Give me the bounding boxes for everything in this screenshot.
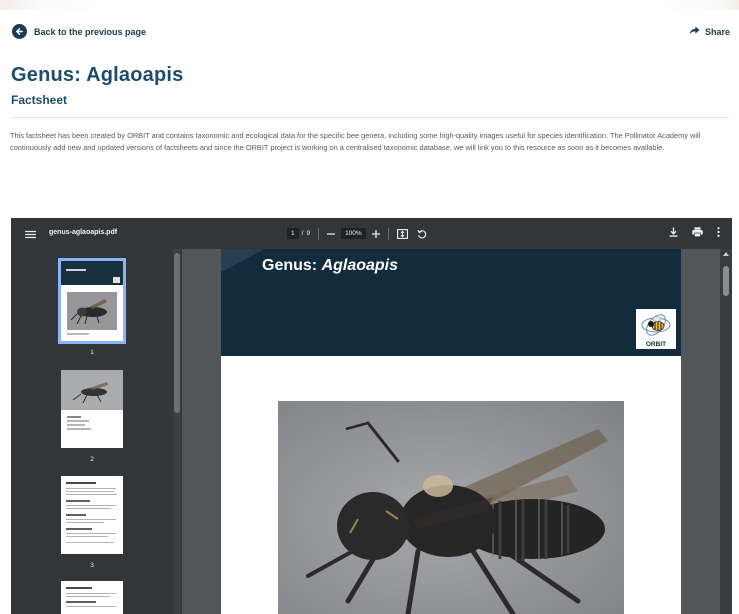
print-icon (692, 227, 703, 237)
back-link[interactable]: Back to the previous page (12, 24, 146, 39)
more-options-button[interactable] (717, 227, 720, 237)
page-title: Genus: Aglaoapis (11, 64, 184, 86)
share-label: Share (704, 26, 730, 37)
thumbnail-sidebar: 1 2 3 (11, 249, 182, 614)
pdf-page-title: Genus: Aglaoapis (262, 257, 399, 274)
total-pages: 9 (306, 230, 311, 237)
scroll-up-arrow-icon[interactable] (723, 252, 729, 256)
back-link-label: Back to the previous page (34, 26, 147, 37)
orbit-logo: ORBIT (636, 309, 676, 349)
zoom-in-button[interactable] (371, 229, 380, 238)
thumbnail-1[interactable]: 1 (58, 258, 126, 356)
pdf-toolbar: genus-aglaoapis.pdf 1 / 9 100% (11, 218, 732, 249)
document-scrollbar[interactable] (720, 249, 732, 614)
page-subtitle: Factsheet (11, 93, 68, 107)
description-text: This factsheet has been created by ORBIT… (10, 131, 701, 152)
page-separator: / (301, 230, 304, 237)
toolbar-separator (318, 227, 320, 240)
scrollbar-thumb[interactable] (174, 253, 180, 413)
rotate-icon (417, 229, 426, 238)
toolbar-actions (669, 227, 720, 237)
thumbnail-page-image (58, 258, 126, 344)
thumbnail-page-image (61, 370, 123, 448)
more-vert-icon (717, 227, 720, 237)
fit-page-icon (396, 228, 408, 239)
menu-icon[interactable] (25, 226, 36, 244)
download-icon (669, 227, 678, 237)
rotate-button[interactable] (417, 229, 427, 239)
orbit-logo-text: ORBIT (645, 341, 667, 348)
thumbnail-2[interactable]: 2 (59, 370, 125, 463)
page-number-input[interactable]: 1 (287, 228, 299, 239)
thumbnail-number: 2 (90, 456, 94, 463)
thumbnail-page-image (61, 581, 123, 614)
top-nav: Back to the previous page Share (12, 24, 730, 44)
bee-logo-icon (641, 314, 671, 336)
thumbnail-scrollbar[interactable] (173, 249, 181, 614)
pdf-page: Genus: Aglaoapis ORBIT (221, 249, 681, 614)
thumbnail-page-image (61, 476, 123, 554)
share-icon (689, 26, 700, 37)
thumbnail-4[interactable] (59, 581, 125, 614)
toolbar-separator (387, 227, 389, 240)
arrow-left-icon (12, 24, 27, 39)
thumbnail-number: 1 (90, 349, 94, 356)
pdf-viewer[interactable]: genus-aglaoapis.pdf 1 / 9 100% 1 2 3 Gen… (11, 218, 732, 614)
minus-icon (327, 232, 336, 235)
page-controls: 1 / 9 100% (287, 227, 427, 240)
print-button[interactable] (692, 227, 703, 237)
scrollbar-thumb[interactable] (723, 266, 729, 296)
share-button[interactable]: Share (689, 26, 730, 37)
thumbnail-3[interactable]: 3 (59, 476, 125, 569)
page: Back to the previous page Share Genus: A… (0, 0, 739, 614)
zoom-out-button[interactable] (327, 230, 336, 238)
divider (11, 117, 729, 118)
pdf-filename: genus-aglaoapis.pdf (49, 229, 118, 236)
fit-page-button[interactable] (396, 228, 408, 239)
bee-specimen-image (306, 421, 608, 614)
plus-icon (371, 229, 380, 238)
thumbnail-number: 3 (90, 562, 94, 569)
download-button[interactable] (669, 227, 678, 237)
zoom-input[interactable]: 100% (341, 228, 366, 239)
bee-photo (278, 401, 624, 614)
page-header-banner: Genus: Aglaoapis ORBIT (221, 249, 681, 356)
